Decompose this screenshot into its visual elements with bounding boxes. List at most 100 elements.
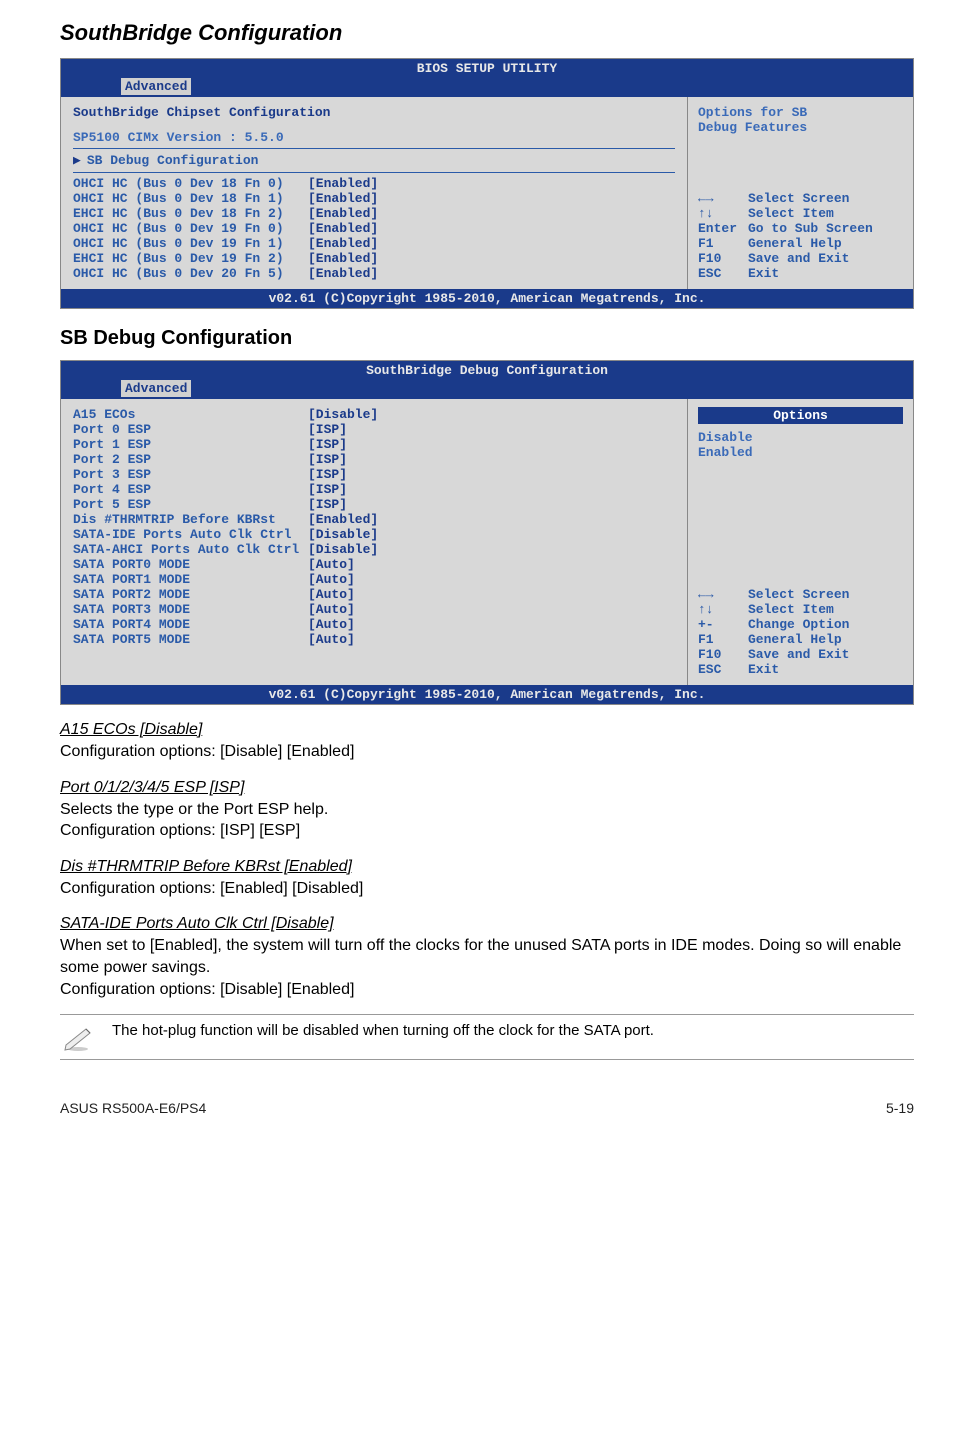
key-hint-row: F1General Help [698,236,903,251]
key-action: Exit [748,662,779,677]
config-row[interactable]: SATA PORT1 MODE[Auto] [73,572,675,587]
config-value: [Enabled] [308,251,378,266]
key-name: ESC [698,266,748,281]
key-action: Save and Exit [748,251,849,266]
key-name: +- [698,617,748,632]
submenu-sb-debug[interactable]: ▶ SB Debug Configuration [73,153,675,168]
key-hint-row: ↑↓Select Item [698,206,903,221]
config-row[interactable]: SATA-AHCI Ports Auto Clk Ctrl[Disable] [73,542,675,557]
key-name: Enter [698,221,748,236]
description-block: Port 0/1/2/3/4/5 ESP [ISP]Selects the ty… [60,779,914,842]
submenu-label: SB Debug Configuration [87,153,259,168]
config-value: [ISP] [308,467,347,482]
config-label: SATA PORT2 MODE [73,587,308,602]
bios-footer-copyright: v02.61 (C)Copyright 1985-2010, American … [61,289,913,308]
options-heading: Options [698,407,903,424]
bios-window-1: BIOS SETUP UTILITY Advanced SouthBridge … [60,58,914,309]
config-value: [ISP] [308,497,347,512]
config-row[interactable]: Port 4 ESP[ISP] [73,482,675,497]
config-row[interactable]: OHCI HC (Bus 0 Dev 19 Fn 0)[Enabled] [73,221,675,236]
config-row[interactable]: SATA-IDE Ports Auto Clk Ctrl[Disable] [73,527,675,542]
config-row[interactable]: OHCI HC (Bus 0 Dev 18 Fn 1)[Enabled] [73,191,675,206]
key-action: Select Item [748,206,834,221]
config-value: [Enabled] [308,221,378,236]
key-action: General Help [748,236,842,251]
config-row[interactable]: EHCI HC (Bus 0 Dev 19 Fn 2)[Enabled] [73,251,675,266]
config-row[interactable]: SATA PORT3 MODE[Auto] [73,602,675,617]
pencil-note-icon [60,1023,96,1053]
config-label: Port 0 ESP [73,422,308,437]
config-row[interactable]: EHCI HC (Bus 0 Dev 18 Fn 2)[Enabled] [73,206,675,221]
config-row[interactable]: OHCI HC (Bus 0 Dev 20 Fn 5)[Enabled] [73,266,675,281]
bios-tabs-row: Advanced [61,78,913,97]
config-row[interactable]: Dis #THRMTRIP Before KBRst[Enabled] [73,512,675,527]
config-label: Port 1 ESP [73,437,308,452]
key-name: ←→ [698,191,748,206]
config-label: SATA PORT5 MODE [73,632,308,647]
option-disable[interactable]: Disable [698,430,903,445]
config-row[interactable]: Port 2 ESP[ISP] [73,452,675,467]
config-row[interactable]: OHCI HC (Bus 0 Dev 18 Fn 0)[Enabled] [73,176,675,191]
config-value: [ISP] [308,437,347,452]
key-action: Change Option [748,617,849,632]
bios2-left-panel: A15 ECOs[Disable]Port 0 ESP[ISP]Port 1 E… [61,399,688,685]
key-hint-row: ↑↓Select Item [698,602,903,617]
tab-advanced[interactable]: Advanced [121,78,191,95]
config-label: Dis #THRMTRIP Before KBRst [73,512,308,527]
config-row[interactable]: OHCI HC (Bus 0 Dev 19 Fn 1)[Enabled] [73,236,675,251]
key-name: ESC [698,662,748,677]
config-value: [Enabled] [308,176,378,191]
key-name: ↑↓ [698,602,748,617]
config-label: SATA PORT1 MODE [73,572,308,587]
config-value: [Disable] [308,407,378,422]
key-action: Select Item [748,602,834,617]
description-body: Selects the type or the Port ESP help. C… [60,799,914,842]
chipset-config-heading: SouthBridge Chipset Configuration [73,105,675,120]
tab-advanced-2[interactable]: Advanced [121,380,191,397]
config-value: [Disable] [308,527,378,542]
option-enabled[interactable]: Enabled [698,445,903,460]
config-label: SATA-IDE Ports Auto Clk Ctrl [73,527,308,542]
config-value: [Auto] [308,617,355,632]
cimx-version: SP5100 CIMx Version : 5.5.0 [73,130,675,145]
config-row[interactable]: SATA PORT0 MODE[Auto] [73,557,675,572]
description-title: A15 ECOs [Disable] [60,721,914,739]
config-label: Port 4 ESP [73,482,308,497]
config-value: [Auto] [308,572,355,587]
config-value: [Enabled] [308,512,378,527]
footer-right: 5-19 [886,1100,914,1116]
key-hint-row: F10Save and Exit [698,647,903,662]
config-value: [Enabled] [308,236,378,251]
bios2-footer-copyright: v02.61 (C)Copyright 1985-2010, American … [61,685,913,704]
options-for-sb: Options for SB [698,105,903,120]
config-row[interactable]: SATA PORT5 MODE[Auto] [73,632,675,647]
config-label: OHCI HC (Bus 0 Dev 19 Fn 1) [73,236,308,251]
config-row[interactable]: SATA PORT2 MODE[Auto] [73,587,675,602]
config-value: [ISP] [308,452,347,467]
description-title: Dis #THRMTRIP Before KBRst [Enabled] [60,858,914,876]
config-label: Port 3 ESP [73,467,308,482]
key-action: Go to Sub Screen [748,221,873,236]
submenu-arrow-icon: ▶ [73,153,81,168]
description-body: Configuration options: [Enabled] [Disabl… [60,878,914,900]
config-label: OHCI HC (Bus 0 Dev 19 Fn 0) [73,221,308,236]
config-value: [Enabled] [308,266,378,281]
key-name: F1 [698,632,748,647]
bios-right-panel: Options for SB Debug Features ←→Select S… [688,97,913,289]
config-value: [Auto] [308,587,355,602]
key-hint-row: +-Change Option [698,617,903,632]
description-block: Dis #THRMTRIP Before KBRst [Enabled] Conf… [60,858,914,900]
config-label: Port 2 ESP [73,452,308,467]
config-row[interactable]: Port 5 ESP[ISP] [73,497,675,512]
config-row[interactable]: Port 0 ESP[ISP] [73,422,675,437]
config-row[interactable]: A15 ECOs[Disable] [73,407,675,422]
key-name: F10 [698,647,748,662]
config-value: [Auto] [308,557,355,572]
description-title: SATA-IDE Ports Auto Clk Ctrl [Disable] [60,915,914,933]
config-value: [Auto] [308,632,355,647]
config-row[interactable]: Port 1 ESP[ISP] [73,437,675,452]
config-label: SATA PORT0 MODE [73,557,308,572]
description-block: A15 ECOs [Disable]Configuration options:… [60,721,914,763]
config-row[interactable]: SATA PORT4 MODE[Auto] [73,617,675,632]
config-row[interactable]: Port 3 ESP[ISP] [73,467,675,482]
